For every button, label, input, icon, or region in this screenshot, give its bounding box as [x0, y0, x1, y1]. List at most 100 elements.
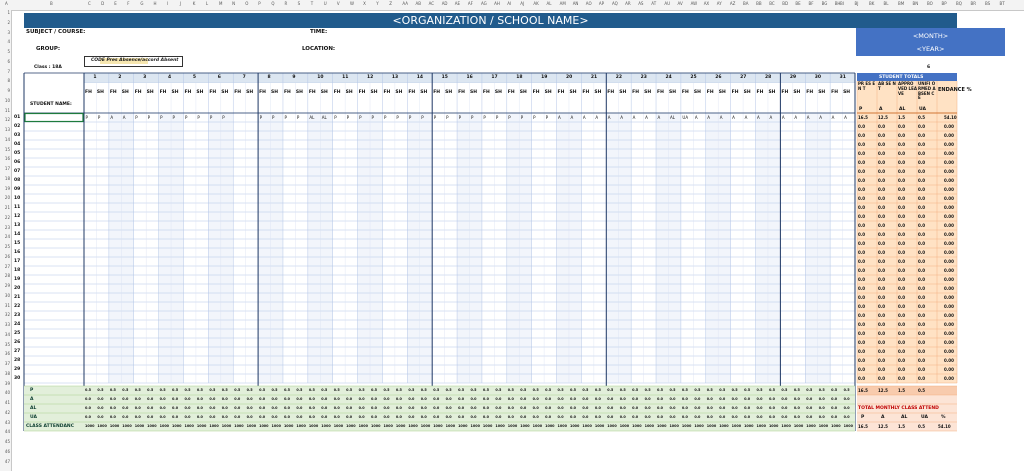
session-sh[interactable]: SH — [619, 90, 626, 95]
student-row-number[interactable]: 04 — [14, 142, 20, 147]
session-sh[interactable]: SH — [669, 90, 676, 95]
attendance-mark[interactable]: A — [819, 115, 822, 120]
student-row-number[interactable]: 06 — [14, 160, 20, 165]
student-row-number[interactable]: 18 — [14, 268, 20, 273]
attendance-mark[interactable]: P — [546, 115, 548, 120]
session-sh[interactable]: SH — [321, 90, 328, 95]
day-number[interactable]: 13 — [392, 75, 398, 80]
session-sh[interactable]: SH — [296, 90, 303, 95]
day-number[interactable]: 7 — [243, 75, 246, 80]
attendance-mark[interactable]: AL — [322, 115, 327, 120]
day-number[interactable]: 24 — [665, 75, 671, 80]
session-fh[interactable]: FH — [607, 90, 614, 95]
session-sh[interactable]: SH — [594, 90, 601, 95]
session-sh[interactable]: SH — [768, 90, 775, 95]
session-sh[interactable]: SH — [445, 90, 452, 95]
day-number[interactable]: 1 — [93, 75, 96, 80]
session-sh[interactable]: SH — [495, 90, 502, 95]
attendance-mark[interactable]: P — [483, 115, 485, 120]
session-sh[interactable]: SH — [420, 90, 427, 95]
student-row-number[interactable]: 08 — [14, 178, 20, 183]
session-fh[interactable]: FH — [408, 90, 415, 95]
session-sh[interactable]: SH — [719, 90, 726, 95]
attendance-mark[interactable]: A — [645, 115, 648, 120]
attendance-mark[interactable]: A — [633, 115, 636, 120]
day-number[interactable]: 5 — [193, 75, 196, 80]
session-fh[interactable]: FH — [160, 90, 167, 95]
attendance-mark[interactable]: A — [570, 115, 573, 120]
day-number[interactable]: 27 — [740, 75, 746, 80]
day-number[interactable]: 26 — [715, 75, 721, 80]
attendance-mark[interactable]: P — [98, 115, 100, 120]
attendance-mark[interactable]: A — [608, 115, 611, 120]
attendance-mark[interactable]: A — [110, 115, 113, 120]
attendance-mark[interactable]: P — [434, 115, 436, 120]
attendance-mark[interactable]: A — [695, 115, 698, 120]
session-fh[interactable]: FH — [707, 90, 714, 95]
day-number[interactable]: 14 — [417, 75, 423, 80]
attendance-mark[interactable]: A — [745, 115, 748, 120]
session-sh[interactable]: SH — [122, 90, 129, 95]
student-row-number[interactable]: 03 — [14, 133, 20, 138]
day-number[interactable]: 17 — [491, 75, 497, 80]
day-number[interactable]: 28 — [765, 75, 771, 80]
day-number[interactable]: 3 — [143, 75, 146, 80]
day-number[interactable]: 30 — [815, 75, 821, 80]
attendance-mark[interactable]: P — [210, 115, 212, 120]
attendance-mark[interactable]: P — [446, 115, 448, 120]
student-row-number[interactable]: 17 — [14, 259, 20, 264]
session-sh[interactable]: SH — [346, 90, 353, 95]
attendance-mark[interactable]: P — [372, 115, 374, 120]
session-sh[interactable]: SH — [694, 90, 701, 95]
student-row-number[interactable]: 16 — [14, 250, 20, 255]
day-number[interactable]: 9 — [292, 75, 295, 80]
attendance-mark[interactable]: A — [583, 115, 586, 120]
day-number[interactable]: 29 — [790, 75, 796, 80]
session-fh[interactable]: FH — [433, 90, 440, 95]
attendance-mark[interactable]: P — [197, 115, 199, 120]
day-number[interactable]: 10 — [317, 75, 323, 80]
session-sh[interactable]: SH — [470, 90, 477, 95]
attendance-mark[interactable]: P — [359, 115, 361, 120]
attendance-mark[interactable]: P — [508, 115, 510, 120]
attendance-mark[interactable]: A — [832, 115, 835, 120]
attendance-mark[interactable]: A — [769, 115, 772, 120]
session-fh[interactable]: FH — [309, 90, 316, 95]
attendance-mark[interactable]: A — [720, 115, 723, 120]
session-fh[interactable]: FH — [383, 90, 390, 95]
attendance-mark[interactable]: P — [409, 115, 411, 120]
session-fh[interactable]: FH — [682, 90, 689, 95]
session-fh[interactable]: FH — [209, 90, 216, 95]
attendance-mark[interactable]: P — [334, 115, 336, 120]
session-fh[interactable]: FH — [657, 90, 664, 95]
session-fh[interactable]: FH — [334, 90, 341, 95]
session-fh[interactable]: FH — [632, 90, 639, 95]
session-fh[interactable]: FH — [732, 90, 739, 95]
attendance-mark[interactable]: A — [658, 115, 661, 120]
session-fh[interactable]: FH — [359, 90, 366, 95]
session-fh[interactable]: FH — [458, 90, 465, 95]
session-fh[interactable]: FH — [533, 90, 540, 95]
session-sh[interactable]: SH — [221, 90, 228, 95]
session-fh[interactable]: FH — [508, 90, 515, 95]
attendance-mark[interactable]: A — [558, 115, 561, 120]
session-sh[interactable]: SH — [644, 90, 651, 95]
student-row-number[interactable]: 24 — [14, 322, 20, 327]
session-fh[interactable]: FH — [284, 90, 291, 95]
day-number[interactable]: 6 — [218, 75, 221, 80]
attendance-mark[interactable]: P — [284, 115, 286, 120]
attendance-mark[interactable]: A — [123, 115, 126, 120]
student-row-number[interactable]: 22 — [14, 304, 20, 309]
student-row-number[interactable]: 05 — [14, 151, 20, 156]
session-fh[interactable]: FH — [483, 90, 490, 95]
day-number[interactable]: 12 — [367, 75, 373, 80]
attendance-mark[interactable]: A — [844, 115, 847, 120]
attendance-mark[interactable]: P — [173, 115, 175, 120]
day-number[interactable]: 25 — [690, 75, 696, 80]
day-number[interactable]: 22 — [616, 75, 622, 80]
student-row-number[interactable]: 10 — [14, 196, 20, 201]
session-sh[interactable]: SH — [147, 90, 154, 95]
attendance-mark[interactable]: P — [471, 115, 473, 120]
student-row-number[interactable]: 15 — [14, 241, 20, 246]
session-sh[interactable]: SH — [97, 90, 104, 95]
